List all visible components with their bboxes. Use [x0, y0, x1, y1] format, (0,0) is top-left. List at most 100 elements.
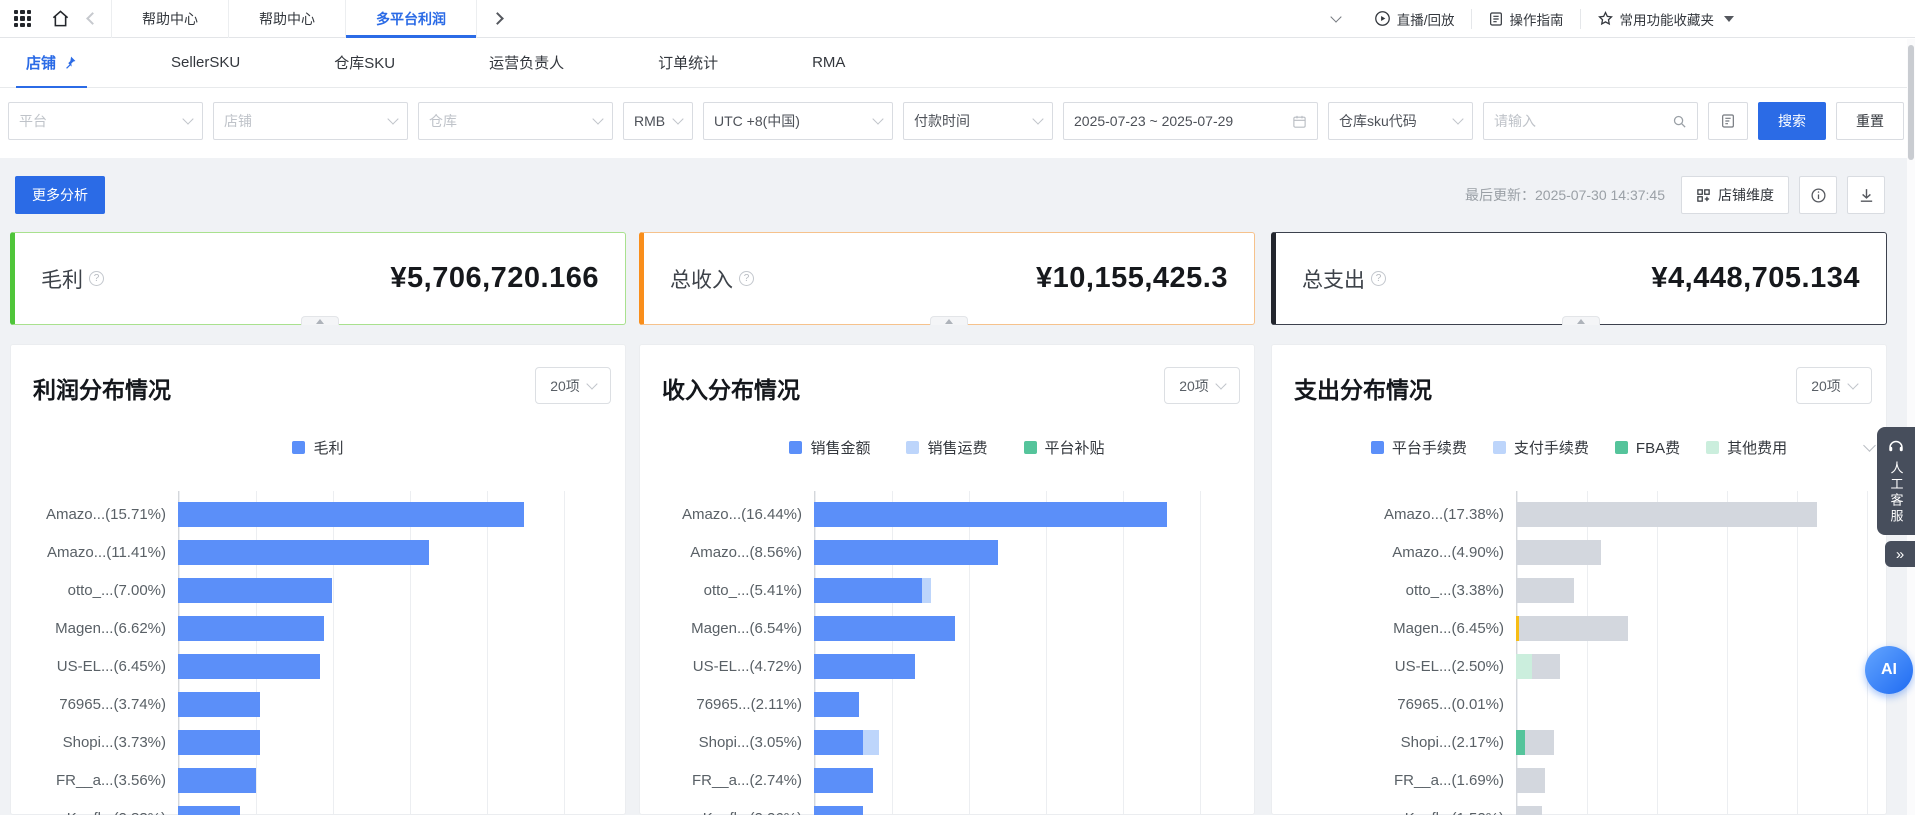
module-tabs: 店铺 SellerSKU 仓库SKU 运营负责人 订单统计 RMA	[0, 38, 1915, 88]
item-count-select[interactable]: 20项	[535, 367, 611, 404]
bar-row-label: Amazo...(11.41%)	[11, 544, 178, 561]
bar	[178, 654, 320, 679]
scrollbar-thumb[interactable]	[1908, 45, 1914, 160]
favorites-menu-button[interactable]: 常用功能收藏夹	[1580, 9, 1751, 29]
tab-shop[interactable]: 店铺	[26, 38, 77, 88]
legend-item[interactable]: 平台手续费	[1371, 437, 1467, 458]
legend-swatch	[1493, 441, 1506, 454]
bar-row-label: Kaufl...(2.83%)	[11, 810, 178, 815]
bar	[1516, 692, 1517, 717]
reset-button[interactable]: 重置	[1836, 102, 1904, 140]
live-replay-button[interactable]: 直播/回放	[1358, 9, 1471, 29]
toolbar-right: 最后更新：2025-07-30 14:37:45 店铺维度	[1465, 176, 1885, 214]
time-type-select[interactable]: 付款时间	[903, 102, 1053, 140]
operation-guide-button[interactable]: 操作指南	[1471, 9, 1580, 29]
bar-segment	[1516, 578, 1574, 603]
help-icon[interactable]: ?	[1371, 271, 1386, 286]
legend-swatch	[1615, 441, 1628, 454]
last-update-text: 最后更新：2025-07-30 14:37:45	[1465, 185, 1665, 205]
legend-item[interactable]: 其他费用	[1706, 437, 1787, 458]
bar-segment	[1525, 730, 1554, 755]
pin-icon[interactable]	[62, 55, 77, 70]
open-tabs: 帮助中心 帮助中心 多平台利润	[111, 0, 477, 38]
legend-item[interactable]: FBA费	[1615, 437, 1680, 458]
ai-assistant-button[interactable]: AI	[1865, 646, 1913, 694]
bar-row: otto_...(5.41%)	[640, 571, 1236, 609]
tab-sellersku[interactable]: SellerSKU	[171, 38, 240, 88]
timezone-select[interactable]: UTC +8(中国)	[703, 102, 893, 140]
more-analysis-button[interactable]: 更多分析	[15, 176, 105, 214]
currency-select[interactable]: RMB	[623, 102, 693, 140]
card-collapse-handle[interactable]	[301, 316, 339, 325]
tab-shop-label: 店铺	[26, 52, 56, 73]
bar-segment	[178, 502, 524, 527]
tab-operations-manager[interactable]: 运营负责人	[489, 38, 564, 88]
panel-title: 收入分布情况	[662, 371, 800, 405]
bar	[178, 806, 240, 815]
chevron-down-icon	[1847, 378, 1858, 389]
tab-warehouse-sku[interactable]: 仓库SKU	[334, 38, 395, 88]
bar-row-label: US-EL...(2.50%)	[1272, 658, 1516, 675]
legend-item[interactable]: 销售运费	[906, 437, 987, 458]
tab-help-center-1[interactable]: 帮助中心	[111, 0, 229, 38]
shop-dimension-button[interactable]: 店铺维度	[1681, 176, 1789, 214]
search-icon[interactable]	[1672, 114, 1687, 129]
item-count-select[interactable]: 20项	[1164, 367, 1240, 404]
app-grid-menu-icon[interactable]	[14, 10, 31, 27]
shop-select[interactable]: 店铺	[213, 102, 408, 140]
tab-order-stats[interactable]: 订单统计	[658, 38, 718, 88]
chevron-down-icon	[182, 113, 193, 124]
bar-row-label: Shopi...(3.73%)	[11, 734, 178, 751]
bar-row: 76965...(2.11%)	[640, 685, 1236, 723]
bar-row: Amazo...(4.90%)	[1272, 533, 1868, 571]
bar-row-label: otto_...(5.41%)	[640, 582, 814, 599]
legend-item[interactable]: 销售金额	[789, 437, 870, 458]
card-collapse-handle[interactable]	[1562, 316, 1600, 325]
date-range-picker[interactable]: 2025-07-23 ~ 2025-07-29	[1063, 102, 1318, 140]
download-button[interactable]	[1847, 176, 1885, 214]
batch-input-button[interactable]	[1708, 102, 1748, 140]
warehouse-select[interactable]: 仓库	[418, 102, 613, 140]
sku-type-select[interactable]: 仓库sku代码	[1328, 102, 1473, 140]
customer-service-widget[interactable]: 人工客服	[1877, 427, 1915, 535]
tab-scroll-right-icon[interactable]	[491, 12, 504, 25]
bar	[178, 692, 260, 717]
help-icon[interactable]: ?	[89, 271, 104, 286]
bar-row-label: Magen...(6.54%)	[640, 620, 814, 637]
keyword-search-input[interactable]: 请输入	[1483, 102, 1698, 140]
help-icon[interactable]: ?	[739, 271, 754, 286]
bar-row: otto_...(3.38%)	[1272, 571, 1868, 609]
legend-item[interactable]: 支付手续费	[1493, 437, 1589, 458]
tab-scroll-left-icon[interactable]	[86, 12, 99, 25]
tab-rma[interactable]: RMA	[812, 38, 845, 88]
legend-item[interactable]: 毛利	[292, 437, 343, 458]
chevron-down-icon[interactable]	[1330, 11, 1341, 22]
tab-multi-platform-profit[interactable]: 多平台利润	[346, 0, 477, 38]
bar	[1516, 540, 1601, 565]
bar-row: otto_...(7.00%)	[11, 571, 607, 609]
legend-label: 毛利	[313, 437, 343, 458]
bar-row-label: Magen...(6.62%)	[11, 620, 178, 637]
search-button[interactable]: 搜索	[1758, 102, 1826, 140]
card-collapse-handle[interactable]	[930, 316, 968, 325]
chart-rows: Amazo...(16.44%)Amazo...(8.56%)otto_...(…	[640, 495, 1236, 815]
chart-legend: 平台手续费 支付手续费 FBA费 其他费用	[1272, 437, 1886, 458]
legend-item[interactable]: 平台补贴	[1024, 437, 1105, 458]
bar-row: Magen...(6.54%)	[640, 609, 1236, 647]
bar-row: 76965...(0.01%)	[1272, 685, 1868, 723]
bar-row-label: Amazo...(15.71%)	[11, 506, 178, 523]
bar-row-label: Shopi...(3.05%)	[640, 734, 814, 751]
chart-legend: 毛利	[11, 437, 625, 458]
platform-select[interactable]: 平台	[8, 102, 203, 140]
home-icon[interactable]	[51, 9, 70, 28]
star-icon	[1597, 10, 1614, 27]
info-button[interactable]	[1799, 176, 1837, 214]
expense-distribution-panel: 支出分布情况 20项 平台手续费支付手续费FBA费其他费用 Amazo...(1…	[1271, 344, 1887, 815]
kpi-value: ¥4,448,705.134	[1651, 262, 1860, 295]
item-count-select[interactable]: 20项	[1796, 367, 1872, 404]
bar-row-label: Amazo...(16.44%)	[640, 506, 814, 523]
tab-help-center-2[interactable]: 帮助中心	[229, 0, 346, 38]
topbar-right-actions: 直播/回放 操作指南 常用功能收藏夹	[1332, 0, 1750, 38]
bar-segment	[863, 730, 879, 755]
sidebar-collapse-button[interactable]: »	[1885, 541, 1915, 567]
